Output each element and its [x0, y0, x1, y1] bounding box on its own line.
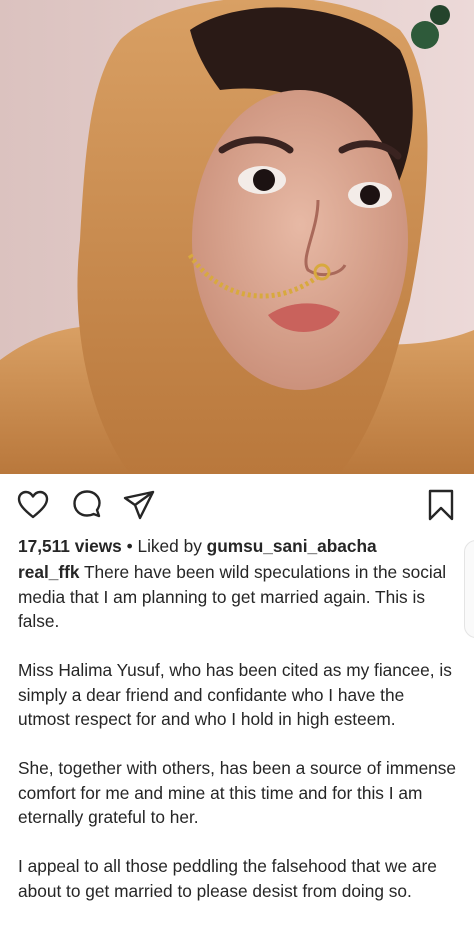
caption-paragraph: real_ffk There have been wild speculatio…: [18, 560, 458, 634]
paper-plane-icon[interactable]: [122, 488, 156, 522]
liked-by-username[interactable]: gumsu_sani_abacha: [207, 536, 377, 556]
post-details: 17,511 views • Liked by gumsu_sani_abach…: [18, 534, 458, 928]
separator-dot: •: [126, 536, 133, 556]
post-actions-bar: [0, 474, 474, 536]
author-username[interactable]: real_ffk: [18, 562, 79, 582]
caption-paragraph: Miss Halima Yusuf, who has been cited as…: [18, 660, 452, 729]
post-caption: real_ffk There have been wild speculatio…: [18, 560, 458, 903]
caption-paragraph: I appeal to all those peddling the false…: [18, 856, 437, 901]
portrait-image: [0, 0, 474, 474]
liked-by-label: Liked by: [137, 536, 202, 556]
post-photo[interactable]: [0, 0, 474, 474]
side-scroll-handle[interactable]: [464, 540, 474, 638]
views-count[interactable]: 17,511 views: [18, 536, 122, 556]
views-and-likes: 17,511 views • Liked by gumsu_sani_abach…: [18, 534, 458, 560]
comment-bubble-icon[interactable]: [70, 488, 104, 522]
bookmark-icon[interactable]: [424, 488, 458, 522]
heart-outline-icon[interactable]: [16, 488, 50, 522]
caption-first-text: There have been wild speculations in the…: [18, 562, 447, 631]
caption-paragraph: She, together with others, has been a so…: [18, 758, 457, 827]
